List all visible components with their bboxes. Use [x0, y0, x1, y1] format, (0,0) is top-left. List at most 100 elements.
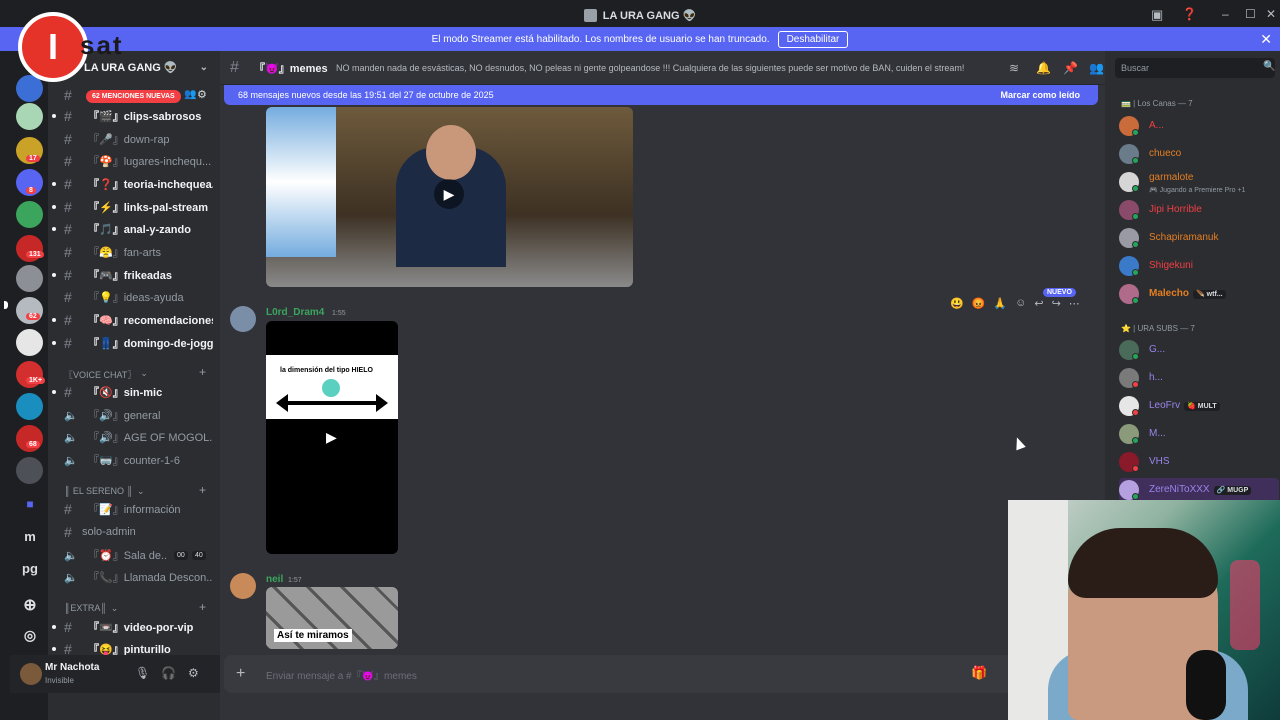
help-icon[interactable]: ❓ [1182, 7, 1197, 21]
mic-icon[interactable]: 🎙 [135, 666, 150, 680]
member-item[interactable]: ZereNiToXXX 🔗 MUGP [1119, 478, 1279, 502]
user-limit: 40 [192, 550, 206, 560]
server-icon-9[interactable] [16, 329, 43, 356]
play-icon[interactable]: ▶ [434, 179, 464, 209]
server-icon-11[interactable] [16, 393, 43, 420]
member-item[interactable]: A... [1119, 114, 1279, 138]
add-channel-icon[interactable]: + [199, 365, 206, 379]
member-item[interactable]: Shigekuni [1119, 254, 1279, 278]
channel-item[interactable]: # 『⚡』links-pal-stream [48, 197, 220, 217]
member-item[interactable]: h... [1119, 366, 1279, 390]
add-channel-icon[interactable]: + [199, 600, 206, 614]
channel-item[interactable]: # 『🎵』anal-y-zando [48, 219, 220, 239]
server-icon-m[interactable]: m [18, 529, 42, 544]
channel-item[interactable]: # 『📝』información [48, 499, 220, 519]
unread-dot [52, 625, 56, 629]
member-item[interactable]: Malecho 🪶 wtf... [1119, 282, 1279, 306]
server-badge: 17 [26, 155, 40, 162]
server-icon-13[interactable] [16, 457, 43, 484]
member-item[interactable]: Schapiramanuk [1119, 226, 1279, 250]
hash-icon: # [64, 619, 72, 635]
mark-read-button[interactable]: Marcar como leído [1000, 90, 1080, 100]
folder-icon[interactable]: ■ [18, 497, 42, 511]
new-mentions-pill[interactable]: 62 MENCIONES NUEVAS [86, 90, 181, 103]
server-icon-2[interactable] [16, 103, 43, 130]
new-messages-bar[interactable]: 68 mensajes nuevos desde las 19:51 del 2… [224, 85, 1098, 105]
member-item[interactable]: VHS [1119, 450, 1279, 474]
channel-item[interactable]: # 『😤』fan-arts [48, 242, 220, 262]
reply-icon[interactable]: ↩ [1034, 297, 1043, 310]
play-icon[interactable]: ▶ [326, 429, 337, 446]
voice-channel-item[interactable]: 🔈 『📞』Llamada Descon... [48, 567, 220, 587]
voice-channel-item[interactable]: 🔈 『⏰』Sala de... 00 40 [48, 545, 220, 565]
search-input[interactable]: Buscar [1115, 58, 1275, 78]
voice-channel-item[interactable]: 🔈 『🔊』AGE OF MOGOL... [48, 427, 220, 447]
video-embed[interactable]: ▶ [266, 107, 633, 287]
hash-icon: # [64, 199, 72, 215]
headphones-icon[interactable]: 🎧 [161, 666, 176, 680]
voice-channel-item[interactable]: 🔈 『🔊』general [48, 405, 220, 425]
gear-icon[interactable]: ⚙ [197, 88, 207, 101]
add-member-icon[interactable]: 👥 [184, 89, 196, 100]
members-icon[interactable]: 👥 [1089, 61, 1104, 75]
add-attachment-icon[interactable]: + [236, 665, 245, 683]
channel-item[interactable]: # 『🧠』recomendaciones [48, 310, 220, 330]
member-item[interactable]: G... [1119, 338, 1279, 362]
channel-item[interactable]: # 『🎤』down-rap [48, 129, 220, 149]
maximize-button[interactable]: ☐ [1245, 7, 1256, 21]
channel-item[interactable]: # 『👖』domingo-de-joggin [48, 333, 220, 353]
category-extra[interactable]: ║EXTRA║ ⌄ [64, 603, 118, 614]
channel-item[interactable]: # 『🍄』lugares-inchequ... [48, 151, 220, 171]
banner-close-icon[interactable]: ✕ [1260, 31, 1272, 48]
avatar[interactable] [20, 663, 42, 685]
channel-item[interactable]: # 『❓』teoria-inchequea... [48, 174, 220, 194]
reaction-icon[interactable]: 🙏 [993, 297, 1007, 310]
message-composer[interactable]: + Enviar mensaje a #『😈』memes 🎁 [224, 655, 1100, 693]
new-badge: NUEVO [1043, 288, 1076, 297]
channel-item[interactable]: # 『🎬』clips-sabrosos [48, 106, 220, 126]
pin-icon[interactable]: 📌 [1063, 61, 1078, 75]
threads-icon[interactable]: ≋ [1009, 61, 1019, 75]
minimize-button[interactable]: – [1222, 7, 1229, 21]
category-el-sereno[interactable]: ║ EL SERENO ║ ⌄ [64, 486, 144, 497]
category-voice-chat[interactable]: 〖VOICE CHAT〗 ⌄ [64, 368, 148, 381]
bell-icon[interactable]: 🔔 [1036, 61, 1051, 75]
video-thumbnail-text: la dimensión del tipo HIELO [280, 367, 373, 374]
speaker-icon: 🔈 [64, 454, 78, 467]
member-item[interactable]: chueco [1119, 142, 1279, 166]
voice-channel-item[interactable]: 🔈 『🥽』counter-1-6 [48, 450, 220, 470]
add-server-icon[interactable]: ⊕ [18, 595, 42, 615]
image-embed[interactable]: Así te miramos [266, 587, 398, 649]
discover-icon[interactable]: ◎ [18, 627, 42, 644]
add-channel-icon[interactable]: + [199, 483, 206, 497]
server-icon-7[interactable] [16, 265, 43, 292]
server-icon-5[interactable] [16, 201, 43, 228]
inbox-icon[interactable]: ▣ [1151, 7, 1163, 23]
forward-icon[interactable]: ↪ [1052, 297, 1061, 310]
close-window-button[interactable]: ✕ [1266, 7, 1276, 21]
member-item[interactable]: garmalote 🎮 Jugando a Premiere Pro +1 [1119, 170, 1279, 194]
message-author[interactable]: L0rd_Dram4 [266, 307, 324, 318]
settings-gear-icon[interactable]: ⚙ [188, 666, 199, 680]
channel-topic[interactable]: NO manden nada de esvásticas, NO desnudo… [336, 63, 964, 73]
member-item[interactable]: Jipi Horrible [1119, 198, 1279, 222]
add-reaction-icon[interactable]: ☺ [1015, 297, 1026, 310]
member-item[interactable]: M... [1119, 422, 1279, 446]
video-embed[interactable]: la dimensión del tipo HIELO ▶ [266, 321, 398, 554]
channel-item[interactable]: # 『🔇』sin-mic [48, 382, 220, 402]
avatar[interactable] [230, 573, 256, 599]
avatar[interactable] [230, 306, 256, 332]
member-item[interactable]: LeoFrv 🍓 MULT [1119, 394, 1279, 418]
channel-item[interactable]: # 『📼』video-por-vip [48, 617, 220, 637]
server-badge: 1K+ [26, 377, 46, 384]
reaction-icon[interactable]: 😡 [972, 297, 986, 310]
channel-item[interactable]: # 『💡』ideas-ayuda [48, 287, 220, 307]
channel-item[interactable]: # 『🎮』frikeadas [48, 265, 220, 285]
message-author[interactable]: neil [266, 574, 283, 585]
more-icon[interactable]: ⋯ [1069, 297, 1080, 310]
gift-icon[interactable]: 🎁 [971, 665, 987, 681]
server-icon-pg[interactable]: pg [18, 561, 42, 576]
disable-streamer-button[interactable]: Deshabilitar [777, 30, 849, 48]
reaction-icon[interactable]: 😃 [950, 297, 964, 310]
channel-item[interactable]: # solo-admin [48, 522, 220, 542]
